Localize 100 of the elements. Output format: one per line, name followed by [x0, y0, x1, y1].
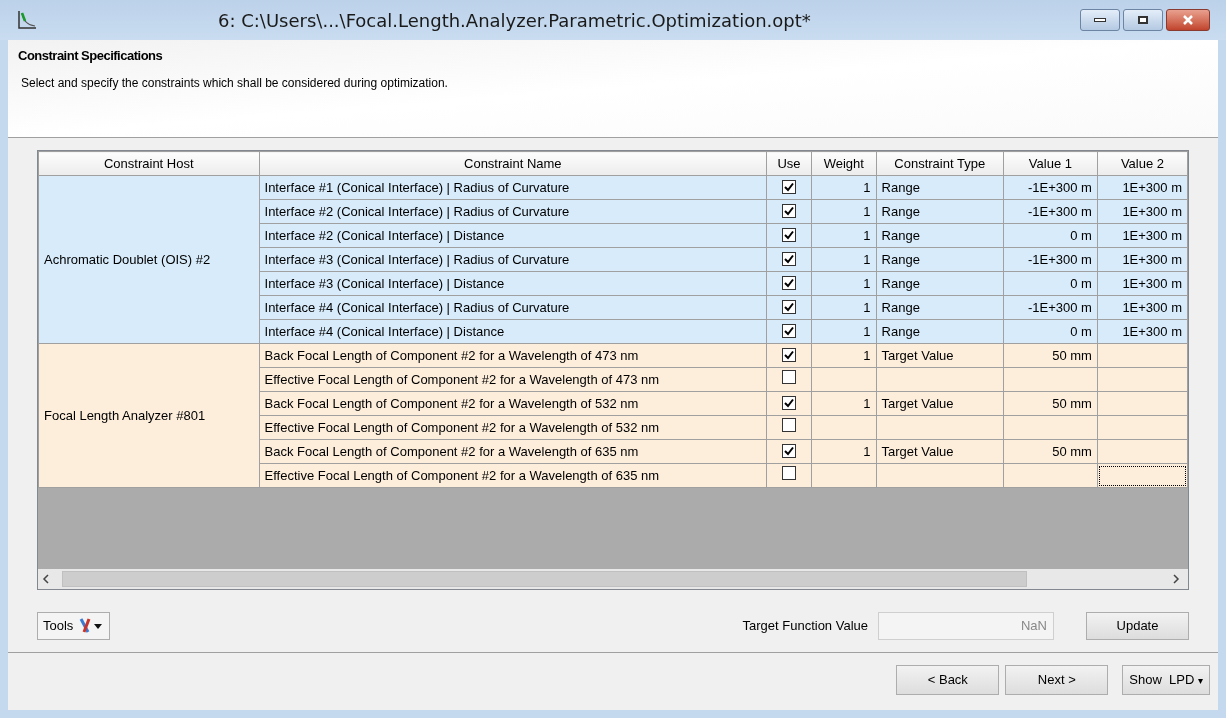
table-cell: Range: [876, 271, 1004, 296]
column-header[interactable]: Constraint Name: [259, 151, 767, 176]
section-title: Constraint Specifications: [18, 47, 164, 65]
back-button[interactable]: < Back: [896, 665, 1000, 695]
checkbox[interactable]: [782, 179, 796, 194]
table-cell: 50 mm: [1003, 439, 1098, 464]
table-cell: 1E+300 m: [1097, 271, 1188, 296]
table-cell: Target Value: [876, 391, 1004, 416]
minimize-button[interactable]: [1080, 9, 1120, 31]
table-cell: 1: [811, 223, 877, 248]
scrollbar-thumb[interactable]: [62, 571, 1027, 587]
column-header[interactable]: Constraint Host: [38, 151, 260, 176]
table-cell: -1E+300 m: [1003, 199, 1098, 224]
horizontal-scrollbar[interactable]: [38, 569, 1188, 589]
table-cell: Effective Focal Length of Component #2 for a Wavelength of 473 nm: [259, 367, 767, 392]
checkmark-icon: [784, 325, 794, 336]
checkbox[interactable]: [782, 275, 796, 290]
checkbox[interactable]: [782, 465, 796, 480]
table-cell: 1: [811, 439, 877, 464]
table-cell: Range: [876, 295, 1004, 320]
close-button[interactable]: [1166, 9, 1210, 31]
next-button[interactable]: Next >: [1005, 665, 1109, 695]
column-header[interactable]: Value 1: [1003, 151, 1098, 176]
checkbox[interactable]: [782, 227, 796, 242]
table-cell: Range: [876, 247, 1004, 272]
checkbox[interactable]: [782, 395, 796, 410]
table-cell: 1E+300 m: [1097, 319, 1188, 344]
maximize-button[interactable]: [1123, 9, 1163, 31]
table-cell: 1: [811, 175, 877, 200]
table-cell: Interface #2 (Conical Interface) | Distance: [259, 223, 767, 248]
target-function-label: Target Function Value: [742, 617, 868, 636]
table-cell: Effective Focal Length of Component #2 for a Wavelength of 532 nm: [259, 415, 767, 440]
host-cell: Focal Length Analyzer #801: [38, 343, 260, 488]
table-cell: 0 m: [1003, 271, 1098, 296]
table-cell: Target Value: [876, 439, 1004, 464]
column-header[interactable]: Value 2: [1097, 151, 1188, 176]
table-cell: -1E+300 m: [1003, 247, 1098, 272]
checkmark-icon: [784, 301, 794, 312]
table-cell: Interface #1 (Conical Interface) | Radius of Curvature: [259, 175, 767, 200]
table-cell: 50 mm: [1003, 391, 1098, 416]
table-cell: 1: [811, 199, 877, 224]
checkbox[interactable]: [782, 347, 796, 362]
table-cell: Range: [876, 175, 1004, 200]
checkmark-icon: [784, 349, 794, 360]
section-description: Select and specify the constraints which shall be considered during optimization.: [21, 74, 449, 92]
table-cell: -1E+300 m: [1003, 295, 1098, 320]
checkmark-icon: [784, 445, 794, 456]
table-cell: 1: [811, 271, 877, 296]
checkbox[interactable]: [782, 251, 796, 266]
table-cell: 0 m: [1003, 223, 1098, 248]
checkbox[interactable]: [782, 417, 796, 432]
column-header[interactable]: Weight: [811, 151, 877, 176]
table-cell: 1: [811, 247, 877, 272]
table-cell: Range: [876, 319, 1004, 344]
table-cell: 1: [811, 295, 877, 320]
checkmark-icon: [784, 277, 794, 288]
checkmark-icon: [784, 229, 794, 240]
table-cell: 1E+300 m: [1097, 223, 1188, 248]
checkbox[interactable]: [782, 203, 796, 218]
table-cell: 1E+300 m: [1097, 247, 1188, 272]
checkmark-icon: [784, 397, 794, 408]
show-lpd-button[interactable]: Show LPD ▾: [1122, 665, 1210, 695]
checkbox[interactable]: [782, 299, 796, 314]
table-cell: 1: [811, 343, 877, 368]
table-cell: Interface #3 (Conical Interface) | Radius of Curvature: [259, 247, 767, 272]
table-cell: Interface #4 (Conical Interface) | Distance: [259, 319, 767, 344]
table-cell: Back Focal Length of Component #2 for a Wavelength of 635 nm: [259, 439, 767, 464]
table-cell: 50 mm: [1003, 343, 1098, 368]
column-header[interactable]: Use: [766, 151, 812, 176]
column-header[interactable]: Constraint Type: [876, 151, 1004, 176]
table-cell: 1: [811, 319, 877, 344]
checkbox[interactable]: [782, 323, 796, 338]
table-cell: 1E+300 m: [1097, 295, 1188, 320]
table-cell: Interface #3 (Conical Interface) | Distance: [259, 271, 767, 296]
window-title: 6: C:\Users\...\Focal.Length.Analyzer.Parametric.Optimization.opt*: [218, 8, 811, 33]
checkbox[interactable]: [782, 369, 796, 384]
tools-icon: [78, 617, 105, 635]
table-cell: -1E+300 m: [1003, 175, 1098, 200]
table-cell: 1: [811, 391, 877, 416]
update-button[interactable]: Update: [1086, 612, 1189, 640]
table-cell: 1E+300 m: [1097, 175, 1188, 200]
table-cell: 0 m: [1003, 319, 1098, 344]
table-cell: Interface #4 (Conical Interface) | Radius of Curvature: [259, 295, 767, 320]
checkmark-icon: [784, 181, 794, 192]
table-cell: Interface #2 (Conical Interface) | Radius of Curvature: [259, 199, 767, 224]
table-cell: Range: [876, 223, 1004, 248]
checkbox[interactable]: [782, 443, 796, 458]
chart-app-icon: [16, 9, 38, 31]
tools-button[interactable]: Tools: [37, 612, 111, 640]
table-cell: Target Value: [876, 343, 1004, 368]
table-cell: 1E+300 m: [1097, 199, 1188, 224]
close-icon: [1182, 15, 1194, 25]
table-cell: Effective Focal Length of Component #2 for a Wavelength of 635 nm: [259, 463, 767, 488]
target-function-field: NaN: [878, 612, 1054, 640]
table-cell: Back Focal Length of Component #2 for a Wavelength of 473 nm: [259, 343, 767, 368]
checkmark-icon: [784, 253, 794, 264]
checkmark-icon: [784, 205, 794, 216]
host-cell: Achromatic Doublet (OIS) #2: [38, 175, 260, 344]
table-cell: Back Focal Length of Component #2 for a Wavelength of 532 nm: [259, 391, 767, 416]
table-cell: Range: [876, 199, 1004, 224]
